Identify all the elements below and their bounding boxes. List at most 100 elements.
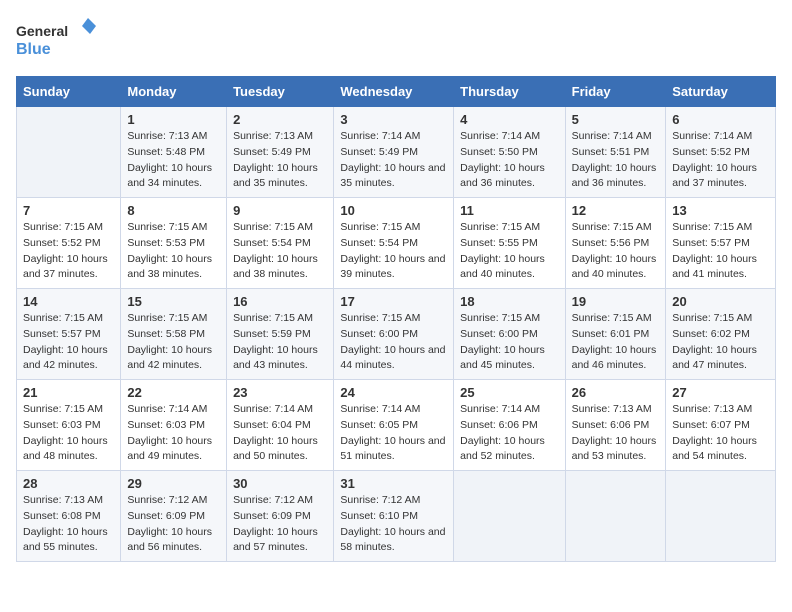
day-info: Sunrise: 7:15 AMSunset: 6:01 PMDaylight:… xyxy=(572,311,660,374)
day-number: 24 xyxy=(340,385,447,400)
day-info: Sunrise: 7:13 AMSunset: 6:06 PMDaylight:… xyxy=(572,402,660,465)
calendar-cell: 6 Sunrise: 7:14 AMSunset: 5:52 PMDaylight… xyxy=(666,107,776,198)
calendar-cell: 19 Sunrise: 7:15 AMSunset: 6:01 PMDayligh… xyxy=(565,289,666,380)
day-number: 7 xyxy=(23,203,114,218)
calendar-cell: 15 Sunrise: 7:15 AMSunset: 5:58 PMDayligh… xyxy=(121,289,227,380)
day-info: Sunrise: 7:15 AMSunset: 6:00 PMDaylight:… xyxy=(460,311,558,374)
day-number: 26 xyxy=(572,385,660,400)
calendar-cell: 22 Sunrise: 7:14 AMSunset: 6:03 PMDayligh… xyxy=(121,380,227,471)
day-number: 2 xyxy=(233,112,327,127)
day-info: Sunrise: 7:14 AMSunset: 5:49 PMDaylight:… xyxy=(340,129,447,192)
day-info: Sunrise: 7:14 AMSunset: 6:06 PMDaylight:… xyxy=(460,402,558,465)
calendar-cell: 24 Sunrise: 7:14 AMSunset: 6:05 PMDayligh… xyxy=(334,380,454,471)
day-number: 30 xyxy=(233,476,327,491)
day-info: Sunrise: 7:15 AMSunset: 5:53 PMDaylight:… xyxy=(127,220,220,283)
day-number: 25 xyxy=(460,385,558,400)
calendar-cell xyxy=(454,471,565,562)
calendar-cell: 14 Sunrise: 7:15 AMSunset: 5:57 PMDayligh… xyxy=(17,289,121,380)
day-number: 17 xyxy=(340,294,447,309)
day-info: Sunrise: 7:15 AMSunset: 6:03 PMDaylight:… xyxy=(23,402,114,465)
calendar-cell: 26 Sunrise: 7:13 AMSunset: 6:06 PMDayligh… xyxy=(565,380,666,471)
day-number: 19 xyxy=(572,294,660,309)
day-info: Sunrise: 7:13 AMSunset: 5:49 PMDaylight:… xyxy=(233,129,327,192)
day-of-week-header: Wednesday xyxy=(334,77,454,107)
calendar-cell: 30 Sunrise: 7:12 AMSunset: 6:09 PMDayligh… xyxy=(227,471,334,562)
day-info: Sunrise: 7:12 AMSunset: 6:09 PMDaylight:… xyxy=(127,493,220,556)
day-info: Sunrise: 7:13 AMSunset: 6:08 PMDaylight:… xyxy=(23,493,114,556)
day-number: 28 xyxy=(23,476,114,491)
day-info: Sunrise: 7:15 AMSunset: 6:02 PMDaylight:… xyxy=(672,311,769,374)
calendar-table: SundayMondayTuesdayWednesdayThursdayFrid… xyxy=(16,76,776,562)
day-number: 20 xyxy=(672,294,769,309)
day-number: 13 xyxy=(672,203,769,218)
day-number: 22 xyxy=(127,385,220,400)
calendar-cell xyxy=(17,107,121,198)
day-info: Sunrise: 7:15 AMSunset: 5:57 PMDaylight:… xyxy=(672,220,769,283)
calendar-cell: 8 Sunrise: 7:15 AMSunset: 5:53 PMDaylight… xyxy=(121,198,227,289)
day-info: Sunrise: 7:14 AMSunset: 5:50 PMDaylight:… xyxy=(460,129,558,192)
logo-svg: General Blue xyxy=(16,16,96,64)
calendar-cell: 2 Sunrise: 7:13 AMSunset: 5:49 PMDaylight… xyxy=(227,107,334,198)
calendar-cell: 18 Sunrise: 7:15 AMSunset: 6:00 PMDayligh… xyxy=(454,289,565,380)
day-of-week-header: Sunday xyxy=(17,77,121,107)
svg-text:Blue: Blue xyxy=(16,41,51,58)
day-number: 27 xyxy=(672,385,769,400)
calendar-cell: 16 Sunrise: 7:15 AMSunset: 5:59 PMDayligh… xyxy=(227,289,334,380)
day-number: 4 xyxy=(460,112,558,127)
calendar-cell: 1Sunrise: 7:13 AMSunset: 5:48 PMDaylight… xyxy=(121,107,227,198)
day-number: 31 xyxy=(340,476,447,491)
day-of-week-header: Friday xyxy=(565,77,666,107)
day-number: 23 xyxy=(233,385,327,400)
day-number: 16 xyxy=(233,294,327,309)
day-info: Sunrise: 7:12 AMSunset: 6:10 PMDaylight:… xyxy=(340,493,447,556)
calendar-week-row: 1Sunrise: 7:13 AMSunset: 5:48 PMDaylight… xyxy=(17,107,776,198)
day-info: Sunrise: 7:14 AMSunset: 6:04 PMDaylight:… xyxy=(233,402,327,465)
calendar-week-row: 7 Sunrise: 7:15 AMSunset: 5:52 PMDaylight… xyxy=(17,198,776,289)
calendar-cell: 23 Sunrise: 7:14 AMSunset: 6:04 PMDayligh… xyxy=(227,380,334,471)
day-of-week-header: Thursday xyxy=(454,77,565,107)
day-info: Sunrise: 7:15 AMSunset: 5:59 PMDaylight:… xyxy=(233,311,327,374)
calendar-cell: 11Sunrise: 7:15 AMSunset: 5:55 PMDayligh… xyxy=(454,198,565,289)
day-info: Sunrise: 7:14 AMSunset: 5:52 PMDaylight:… xyxy=(672,129,769,192)
day-number: 11 xyxy=(460,203,558,218)
calendar-cell xyxy=(565,471,666,562)
calendar-cell: 10 Sunrise: 7:15 AMSunset: 5:54 PMDayligh… xyxy=(334,198,454,289)
svg-text:General: General xyxy=(16,23,68,39)
calendar-cell: 20 Sunrise: 7:15 AMSunset: 6:02 PMDayligh… xyxy=(666,289,776,380)
day-number: 14 xyxy=(23,294,114,309)
calendar-cell: 29 Sunrise: 7:12 AMSunset: 6:09 PMDayligh… xyxy=(121,471,227,562)
day-number: 29 xyxy=(127,476,220,491)
day-of-week-header: Saturday xyxy=(666,77,776,107)
calendar-week-row: 28 Sunrise: 7:13 AMSunset: 6:08 PMDayligh… xyxy=(17,471,776,562)
day-info: Sunrise: 7:12 AMSunset: 6:09 PMDaylight:… xyxy=(233,493,327,556)
day-number: 5 xyxy=(572,112,660,127)
calendar-cell: 21 Sunrise: 7:15 AMSunset: 6:03 PMDayligh… xyxy=(17,380,121,471)
day-info: Sunrise: 7:15 AMSunset: 5:52 PMDaylight:… xyxy=(23,220,114,283)
page-header: General Blue xyxy=(16,16,776,64)
day-number: 12 xyxy=(572,203,660,218)
day-number: 21 xyxy=(23,385,114,400)
calendar-cell: 13 Sunrise: 7:15 AMSunset: 5:57 PMDayligh… xyxy=(666,198,776,289)
day-of-week-header: Monday xyxy=(121,77,227,107)
day-info: Sunrise: 7:15 AMSunset: 5:57 PMDaylight:… xyxy=(23,311,114,374)
day-info: Sunrise: 7:15 AMSunset: 5:56 PMDaylight:… xyxy=(572,220,660,283)
calendar-cell: 25 Sunrise: 7:14 AMSunset: 6:06 PMDayligh… xyxy=(454,380,565,471)
calendar-cell: 31 Sunrise: 7:12 AMSunset: 6:10 PMDayligh… xyxy=(334,471,454,562)
day-info: Sunrise: 7:14 AMSunset: 6:05 PMDaylight:… xyxy=(340,402,447,465)
day-number: 18 xyxy=(460,294,558,309)
day-number: 8 xyxy=(127,203,220,218)
day-info: Sunrise: 7:15 AMSunset: 5:54 PMDaylight:… xyxy=(340,220,447,283)
day-info: Sunrise: 7:15 AMSunset: 5:58 PMDaylight:… xyxy=(127,311,220,374)
day-number: 15 xyxy=(127,294,220,309)
calendar-cell: 5Sunrise: 7:14 AMSunset: 5:51 PMDaylight… xyxy=(565,107,666,198)
day-info: Sunrise: 7:13 AMSunset: 5:48 PMDaylight:… xyxy=(127,129,220,192)
day-info: Sunrise: 7:14 AMSunset: 6:03 PMDaylight:… xyxy=(127,402,220,465)
calendar-cell: 3 Sunrise: 7:14 AMSunset: 5:49 PMDaylight… xyxy=(334,107,454,198)
day-number: 6 xyxy=(672,112,769,127)
day-number: 3 xyxy=(340,112,447,127)
calendar-cell: 9Sunrise: 7:15 AMSunset: 5:54 PMDaylight… xyxy=(227,198,334,289)
day-info: Sunrise: 7:15 AMSunset: 6:00 PMDaylight:… xyxy=(340,311,447,374)
calendar-week-row: 14 Sunrise: 7:15 AMSunset: 5:57 PMDayligh… xyxy=(17,289,776,380)
calendar-cell: 4 Sunrise: 7:14 AMSunset: 5:50 PMDaylight… xyxy=(454,107,565,198)
day-number: 10 xyxy=(340,203,447,218)
